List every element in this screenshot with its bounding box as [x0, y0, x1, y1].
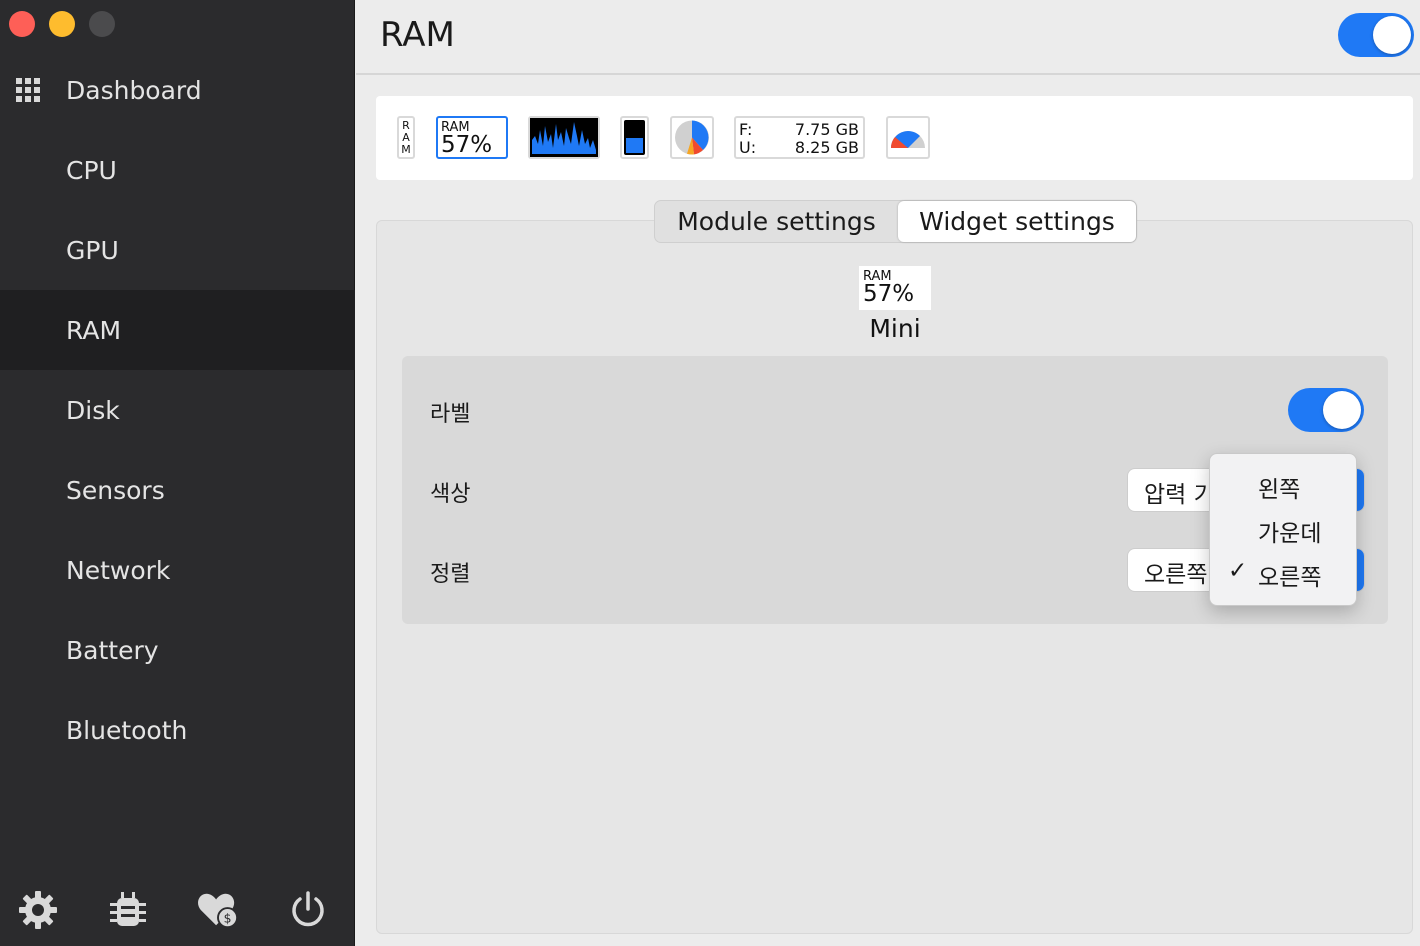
- sidebar-item-label: CPU: [66, 155, 117, 185]
- widget-preview: RAM 57%: [859, 266, 931, 310]
- sidebar-item-label: Battery: [66, 635, 159, 665]
- sidebar-item-label: RAM: [66, 315, 122, 345]
- line-chart-icon: [530, 118, 598, 157]
- power-icon[interactable]: [286, 888, 330, 932]
- sidebar-item-label: Disk: [66, 395, 120, 425]
- widget-line-chart[interactable]: [528, 116, 600, 159]
- widget-mini-value: 57%: [441, 132, 493, 158]
- sidebar-item-bluetooth[interactable]: Bluetooth: [0, 690, 355, 770]
- widget-mini[interactable]: RAM 57%: [436, 116, 508, 159]
- widget-bar-chart[interactable]: [620, 116, 649, 159]
- sidebar-item-sensors[interactable]: Sensors: [0, 450, 355, 530]
- label-setting-label: 라벨: [430, 402, 471, 427]
- sidebar-item-label: Bluetooth: [66, 715, 188, 745]
- header: RAM: [356, 0, 1420, 75]
- bug-icon[interactable]: [106, 888, 150, 932]
- toggle-knob: [1323, 391, 1361, 429]
- menu-item-right[interactable]: 오른쪽: [1258, 558, 1321, 592]
- widget-picker: R A M RAM 57% F: 7.75 GB U: 8.25 GB: [376, 96, 1413, 180]
- heart-donate-icon[interactable]: $: [196, 888, 240, 932]
- sidebar: Dashboard CPU GPU RAM Disk Sensors Netwo…: [0, 0, 355, 946]
- minimize-window-button[interactable]: [49, 11, 75, 37]
- tab-label: Widget settings: [919, 207, 1115, 236]
- alignment-select-value: 오른쪽: [1144, 562, 1208, 588]
- widget-text[interactable]: F: 7.75 GB U: 8.25 GB: [734, 116, 865, 159]
- sidebar-item-cpu[interactable]: CPU: [0, 130, 355, 210]
- used-value: 8.25 GB: [794, 138, 859, 157]
- used-label: U:: [739, 138, 757, 157]
- svg-text:$: $: [224, 910, 232, 925]
- menu-item-left[interactable]: 왼쪽: [1258, 470, 1300, 504]
- color-setting-label: 색상: [430, 482, 471, 507]
- sidebar-item-disk[interactable]: Disk: [0, 370, 355, 450]
- toggle-knob: [1373, 16, 1411, 54]
- window-controls: [9, 11, 115, 37]
- sidebar-item-label: GPU: [66, 235, 119, 265]
- sidebar-item-dashboard[interactable]: Dashboard: [0, 50, 355, 130]
- tab-module-settings[interactable]: Module settings: [655, 201, 898, 242]
- pie-chart-icon: [675, 120, 709, 155]
- sidebar-item-label: Network: [66, 555, 171, 585]
- alignment-setting-label: 정렬: [430, 562, 471, 587]
- sidebar-item-ram[interactable]: RAM: [0, 290, 355, 370]
- sidebar-bottom-toolbar: $: [0, 888, 355, 932]
- sidebar-item-battery[interactable]: Battery: [0, 610, 355, 690]
- preview-value: 57%: [863, 281, 915, 307]
- preview-widget-name: Mini: [869, 314, 921, 343]
- free-label: F:: [739, 120, 753, 139]
- checkmark-icon: ✓: [1228, 558, 1248, 584]
- sidebar-item-label: Sensors: [66, 475, 165, 505]
- widget-label-text: R A M: [401, 119, 411, 156]
- sidebar-item-label: Dashboard: [66, 75, 202, 105]
- close-window-button[interactable]: [9, 11, 35, 37]
- sidebar-nav: Dashboard CPU GPU RAM Disk Sensors Netwo…: [0, 50, 355, 770]
- sidebar-item-network[interactable]: Network: [0, 530, 355, 610]
- module-enable-toggle[interactable]: [1338, 13, 1414, 57]
- tab-label: Module settings: [677, 207, 876, 236]
- page-title: RAM: [380, 15, 455, 55]
- label-toggle[interactable]: [1288, 388, 1364, 432]
- menu-item-center[interactable]: 가운데: [1258, 514, 1321, 548]
- alignment-dropdown-menu: 왼쪽 가운데 ✓ 오른쪽: [1209, 453, 1357, 606]
- widget-pie-chart[interactable]: [670, 116, 714, 159]
- speedometer-icon: [890, 131, 925, 148]
- widget-speedometer[interactable]: [886, 116, 930, 159]
- grid-icon: [16, 78, 40, 102]
- sidebar-item-gpu[interactable]: GPU: [0, 210, 355, 290]
- tab-widget-settings[interactable]: Widget settings: [898, 201, 1136, 242]
- gear-icon[interactable]: [16, 888, 60, 932]
- widget-label[interactable]: R A M: [397, 116, 415, 159]
- zoom-window-button[interactable]: [89, 11, 115, 37]
- bar-chart-icon: [624, 120, 645, 155]
- settings-tabs: Module settings Widget settings: [654, 200, 1137, 243]
- free-value: 7.75 GB: [794, 120, 859, 139]
